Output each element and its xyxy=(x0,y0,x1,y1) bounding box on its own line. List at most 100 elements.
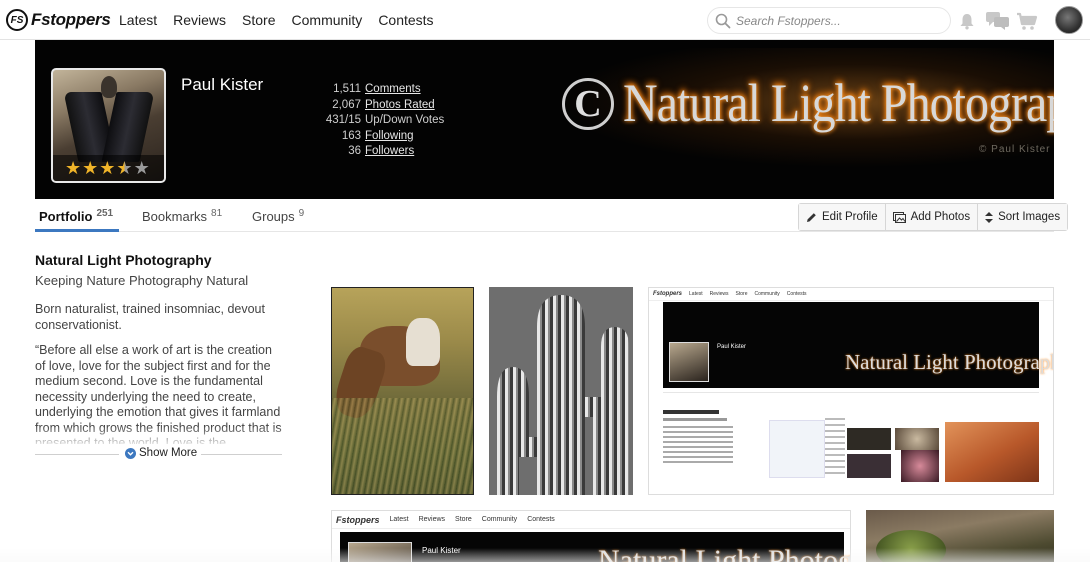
gallery-image-horse[interactable] xyxy=(331,287,474,495)
stat-followers: 36 Followers xyxy=(293,144,463,160)
stat-photos-rated: 2,067 Photos Rated xyxy=(293,98,463,114)
stat-link-following[interactable]: Following xyxy=(365,129,414,145)
mini-thumb xyxy=(901,450,939,482)
gallery-image-profile-screenshot[interactable]: Fstoppers Latest Reviews Store Community… xyxy=(648,287,1054,495)
mini-link: Latest xyxy=(689,291,703,297)
pencil-icon xyxy=(806,212,817,223)
about-bio: Born naturalist, trained insomniac, devo… xyxy=(35,302,265,332)
tab-groups[interactable]: Groups 9 xyxy=(252,199,304,232)
bat-wing-right xyxy=(101,92,155,162)
show-more-button[interactable]: Show More xyxy=(123,447,200,459)
top-navigation: FS Fstoppers Latest Reviews Store Commun… xyxy=(0,0,1090,40)
gallery-image-cactus[interactable] xyxy=(489,287,633,495)
cart-icon[interactable] xyxy=(1016,12,1038,31)
bat-head xyxy=(101,76,117,98)
stat-following: 163 Following xyxy=(293,129,463,145)
nav-link-latest[interactable]: Latest xyxy=(119,12,157,28)
tab-count: 81 xyxy=(211,208,223,219)
star-icon: ★ xyxy=(133,158,150,178)
nav-link-community[interactable]: Community xyxy=(292,12,363,28)
nav-link-reviews[interactable]: Reviews xyxy=(173,12,226,28)
logo-badge: FS xyxy=(6,9,28,31)
mini-thumb xyxy=(895,428,939,450)
tab-label: Bookmarks xyxy=(142,209,208,224)
mini-link: Reviews xyxy=(709,291,729,297)
star-icon: ★ xyxy=(82,158,99,178)
stat-value: 1,511 xyxy=(333,83,361,95)
sort-images-button[interactable]: Sort Images xyxy=(978,204,1068,230)
main-menu: Latest Reviews Store Community Contests xyxy=(119,12,450,28)
nav-link-store[interactable]: Store xyxy=(242,12,275,28)
cactus-illustration xyxy=(489,287,633,495)
tab-count: 251 xyxy=(96,208,114,219)
mini-title-bar xyxy=(663,410,719,414)
banner-copyright-mark: C xyxy=(562,78,614,130)
divider xyxy=(35,454,119,455)
about-subtitle: Keeping Nature Photography Natural xyxy=(35,273,249,288)
mini-thumb xyxy=(945,422,1039,482)
mini-link: Community xyxy=(754,291,780,297)
tab-bookmarks[interactable]: Bookmarks 81 xyxy=(142,199,222,232)
mini-text-bar xyxy=(663,418,727,421)
tab-portfolio[interactable]: Portfolio 251 xyxy=(35,199,120,232)
stat-value: 163 xyxy=(341,129,361,142)
mini-link: Contests xyxy=(527,516,555,523)
mini-name: Paul Kister xyxy=(422,546,461,555)
mini-link: Reviews xyxy=(418,516,446,523)
profile-name: Paul Kister xyxy=(181,75,264,94)
photos-icon xyxy=(892,211,906,223)
about-section: Natural Light Photography Keeping Nature… xyxy=(35,252,282,444)
fstoppers-logo[interactable]: FS Fstoppers xyxy=(6,8,111,32)
stat-link-comments[interactable]: Comments xyxy=(365,82,421,98)
mini-thumb xyxy=(847,454,891,478)
mini-nav: Fstoppers Latest Reviews Store Community… xyxy=(332,511,850,529)
stat-link-followers[interactable]: Followers xyxy=(365,144,414,160)
nav-link-contests[interactable]: Contests xyxy=(378,12,433,28)
banner-brand-text: Natural Light Photography xyxy=(623,73,1054,134)
mini-list xyxy=(825,418,845,478)
sort-images-label: Sort Images xyxy=(998,211,1061,223)
mini-logo: Fstoppers xyxy=(336,514,380,525)
mini-link: Store xyxy=(455,516,472,523)
chat-bubbles-icon[interactable] xyxy=(985,11,1010,31)
tab-label: Groups xyxy=(252,209,295,224)
stat-votes: 431/15 Up/Down Votes xyxy=(293,113,463,129)
mini-link: Latest xyxy=(389,516,409,523)
stat-value: 2,067 xyxy=(332,98,361,111)
stat-value: 431/15 xyxy=(325,114,361,126)
tab-label: Portfolio xyxy=(39,209,93,224)
mini-paragraph xyxy=(663,426,733,466)
star-icon: ★ xyxy=(99,158,116,178)
star-icon: ★ xyxy=(116,158,133,178)
profile-stats: 1,511 Comments 2,067 Photos Rated 431/15… xyxy=(293,82,463,160)
bell-icon[interactable] xyxy=(958,12,976,30)
about-title: Natural Light Photography xyxy=(35,252,212,268)
mini-thumb xyxy=(847,428,891,450)
gallery-image-plant[interactable] xyxy=(866,510,1054,562)
search-input[interactable] xyxy=(736,12,941,30)
search-box xyxy=(707,7,951,34)
mini-link: Store xyxy=(735,291,748,297)
mini-banner: Paul Kister Natural Light Photography xyxy=(340,532,850,562)
add-photos-button[interactable]: Add Photos xyxy=(885,204,979,230)
mini-link: Community xyxy=(481,516,518,523)
gallery-image-profile-screenshot-2[interactable]: Fstoppers Latest Reviews Store Community… xyxy=(331,510,851,562)
search-icon[interactable] xyxy=(714,12,732,30)
mini-link: Contests xyxy=(786,291,807,297)
user-avatar[interactable] xyxy=(1055,6,1083,34)
add-photos-label: Add Photos xyxy=(910,211,971,223)
profile-banner: C Natural Light Photography © Paul Kiste… xyxy=(35,40,1054,199)
profile-actions: Edit Profile Add Photos Sort Images xyxy=(798,203,1069,231)
horse-white-patch xyxy=(406,318,440,366)
mini-logo: Fstoppers xyxy=(653,291,683,297)
about-fade xyxy=(35,426,282,446)
plant-leaves xyxy=(876,530,946,562)
edit-profile-button[interactable]: Edit Profile xyxy=(799,204,886,230)
profile-photo[interactable]: ★ ★ ★ ★ ★ xyxy=(51,68,166,183)
edit-profile-label: Edit Profile xyxy=(822,211,878,223)
stat-label-votes: Up/Down Votes xyxy=(365,114,445,126)
stat-link-photos-rated[interactable]: Photos Rated xyxy=(365,98,435,114)
mini-name: Paul Kister xyxy=(717,344,747,350)
stat-comments: 1,511 Comments xyxy=(293,82,463,98)
chevron-down-circle-icon xyxy=(125,447,136,459)
